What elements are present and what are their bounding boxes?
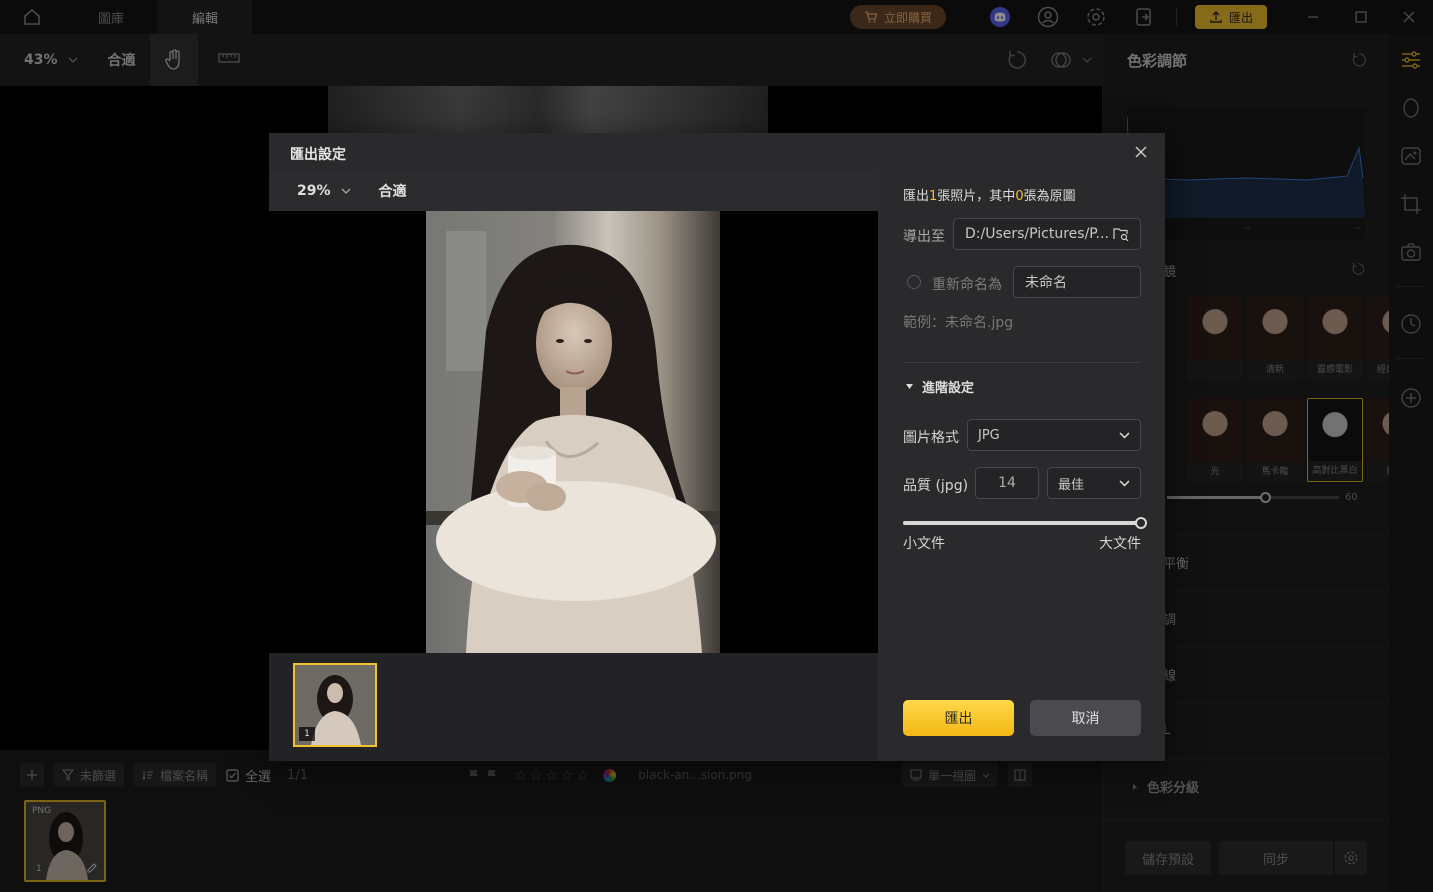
preview-fit-button[interactable]: 合適 bbox=[379, 181, 407, 201]
export-button[interactable]: 匯出 bbox=[903, 700, 1014, 736]
export-path-field[interactable]: D:/Users/Pictures/P... bbox=[953, 218, 1141, 250]
chevron-down-icon bbox=[1119, 479, 1130, 487]
rename-label: 重新命名為 bbox=[932, 277, 1002, 293]
folder-search-icon bbox=[1113, 228, 1129, 241]
dialog-thumbnail-bar: 1 bbox=[269, 653, 878, 761]
format-value: JPG bbox=[978, 427, 1000, 443]
original-count: 0 bbox=[1015, 189, 1024, 204]
thumbnail-index: 1 bbox=[299, 727, 315, 741]
quality-label: 品質 (jpg) bbox=[903, 478, 969, 494]
dialog-header: 匯出設定 bbox=[269, 133, 1165, 171]
small-file-label: 小文件 bbox=[903, 536, 945, 552]
chevron-down-icon bbox=[1119, 431, 1130, 439]
export-summary: 匯出1張照片，其中0張為原圖 bbox=[903, 189, 1076, 204]
slider-fill bbox=[903, 521, 1141, 525]
export-dialog: 匯出設定 29% 合適 1 匯出1張照片，其中0張為原圖 導出至 D:/User… bbox=[269, 133, 1165, 761]
quality-input[interactable]: 14 bbox=[975, 467, 1039, 499]
slider-knob[interactable] bbox=[1135, 517, 1147, 529]
dialog-preview-area: 29% 合適 1 bbox=[269, 171, 878, 761]
export-path-value: D:/Users/Pictures/P... bbox=[965, 226, 1109, 242]
dialog-title: 匯出設定 bbox=[290, 147, 346, 163]
dialog-close-button[interactable] bbox=[1131, 142, 1151, 162]
settings-divider bbox=[903, 362, 1141, 363]
quality-preset-select[interactable]: 最佳 bbox=[1047, 467, 1141, 499]
export-settings: 匯出1張照片，其中0張為原圖 導出至 D:/Users/Pictures/P..… bbox=[878, 171, 1165, 761]
format-label: 圖片格式 bbox=[903, 430, 959, 446]
preview-photo bbox=[426, 211, 720, 653]
portrait-photo bbox=[426, 211, 720, 653]
rename-radio[interactable] bbox=[907, 275, 921, 289]
advanced-settings-label: 進階設定 bbox=[922, 381, 975, 396]
file-size-slider[interactable] bbox=[903, 517, 1147, 529]
app-window: 圖庫 編輯 立即購買 匯出 43% 合適 未篩選 檔案名稱 全選 1/1 ☆☆☆… bbox=[0, 0, 1433, 892]
format-select[interactable]: JPG bbox=[967, 419, 1141, 451]
caret-down-icon bbox=[906, 384, 913, 389]
close-icon bbox=[1135, 146, 1147, 158]
rename-value: 未命名 bbox=[1025, 275, 1067, 291]
preview-zoom-value: 29% bbox=[297, 183, 331, 199]
export-to-label: 導出至 bbox=[903, 229, 945, 245]
preview-toolbar: 29% 合適 bbox=[269, 171, 878, 211]
preview-zoom-dropdown[interactable]: 29% bbox=[297, 183, 351, 199]
large-file-label: 大文件 bbox=[1099, 536, 1141, 552]
cancel-button[interactable]: 取消 bbox=[1030, 700, 1141, 736]
preview-canvas bbox=[269, 211, 878, 653]
rename-input[interactable]: 未命名 bbox=[1013, 266, 1141, 298]
advanced-settings-toggle[interactable]: 進階設定 bbox=[905, 377, 974, 396]
quality-preset-value: 最佳 bbox=[1058, 477, 1085, 493]
chevron-down-icon bbox=[341, 188, 350, 194]
filename-example: 範例：未命名.jpg bbox=[903, 315, 1014, 331]
dialog-thumbnail[interactable]: 1 bbox=[293, 663, 377, 747]
quality-value: 14 bbox=[998, 475, 1016, 491]
